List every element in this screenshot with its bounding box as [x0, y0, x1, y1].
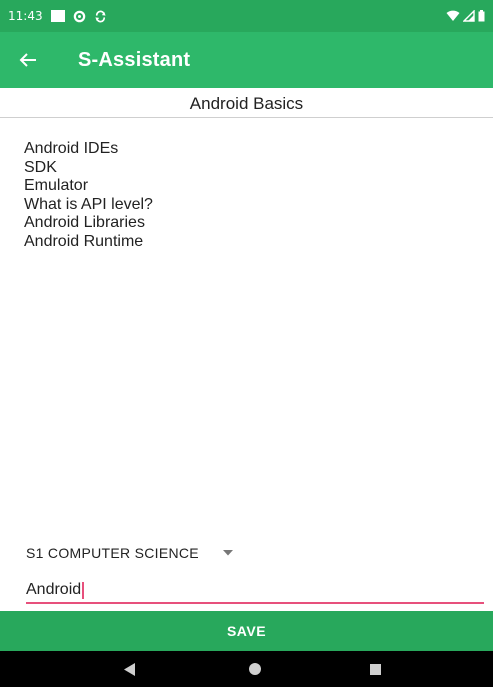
nav-bar	[0, 651, 493, 687]
recents-square-icon	[369, 663, 381, 675]
nav-back-button[interactable]	[100, 651, 160, 687]
battery-icon	[478, 10, 485, 22]
save-button[interactable]: SAVE	[0, 611, 493, 651]
status-time: 11:43	[8, 9, 43, 23]
topic-input[interactable]: Android	[26, 578, 484, 604]
status-left: 11:43	[8, 9, 107, 23]
screen: 11:43 S-Assistant Android Basics Android…	[0, 0, 493, 687]
dropdown-arrow-icon	[222, 550, 233, 556]
notification-square-icon	[50, 10, 65, 22]
status-bar: 11:43	[0, 0, 493, 32]
list-item: Android Libraries	[24, 214, 145, 231]
settings-gear-icon	[73, 10, 85, 22]
arrow-left-icon	[19, 53, 36, 67]
signal-icon	[463, 10, 475, 22]
wifi-icon	[446, 10, 460, 21]
text-cursor	[82, 581, 85, 599]
category-title: Android Basics	[0, 88, 493, 118]
nav-home-button[interactable]	[225, 651, 285, 687]
list-item: What is API level?	[24, 195, 153, 213]
list-item: SDK	[24, 158, 57, 176]
topic-list: Android IDEs SDK Emulator What is API le…	[24, 140, 464, 251]
back-button[interactable]	[0, 32, 50, 88]
course-dropdown[interactable]: S1 COMPUTER SCIENCE	[26, 542, 233, 564]
home-circle-icon	[249, 663, 261, 675]
topic-input-value: Android	[26, 581, 82, 598]
list-item: Android IDEs	[24, 140, 119, 157]
app-title: S-Assistant	[78, 48, 191, 71]
status-right	[446, 10, 485, 22]
dropdown-selected-value: S1 COMPUTER SCIENCE	[26, 545, 199, 561]
app-bar: S-Assistant	[0, 32, 493, 88]
sync-icon	[94, 10, 106, 22]
list-item: Android Runtime	[24, 232, 144, 250]
nav-recents-button[interactable]	[345, 651, 405, 687]
back-triangle-icon	[124, 662, 135, 676]
list-item: Emulator	[24, 177, 89, 194]
